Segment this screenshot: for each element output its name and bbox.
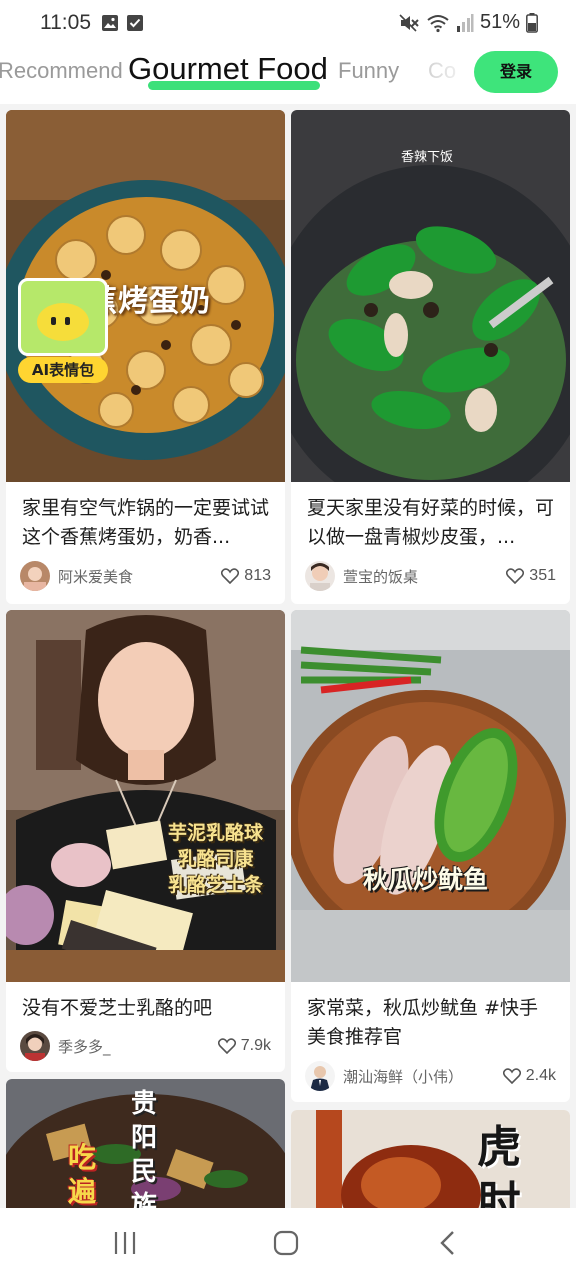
status-time: 11:05 [40,11,91,34]
tab-funny[interactable]: Funny [338,58,399,84]
heart-icon [502,1068,521,1084]
tabs-fade [416,46,476,104]
check-icon [127,15,143,31]
video-thumbnail[interactable] [291,1110,570,1220]
author-name[interactable]: 季多多_ [58,1036,218,1057]
status-bar: 11:05 51% [0,0,576,46]
video-thumbnail[interactable] [291,610,570,982]
heart-icon [217,1038,236,1054]
like-count: 351 [529,567,556,584]
thumbnail-caption: 秋瓜炒鱿鱼 [363,865,489,894]
home-button[interactable] [273,1230,299,1256]
feed-card-3[interactable]: 芋泥乳酪球 乳酪司康 乳酪芝士条 没有不爱芝士乳酪的吧 季多多_ 7.9k [6,610,285,1072]
wifi-icon [427,14,449,32]
like-count: 813 [244,567,271,584]
card-title: 夏天家里没有好菜的时候，可以做一盘青椒炒皮蛋，... [307,497,554,548]
thumbnail-caption: 芋泥乳酪球 乳酪司康 乳酪芝士条 [167,822,263,896]
system-nav-bar [0,1208,576,1280]
thumbnail-caption: 香辣下饭 [401,150,454,165]
video-thumbnail[interactable] [6,610,285,982]
author-name[interactable]: 潮汕海鲜（小伟） [343,1066,503,1087]
thumbnail-side-caption: 吃 遍 [68,1141,97,1208]
battery-percent: 51% [479,11,520,33]
feed-card-5[interactable]: 吃 遍 贵 阳 民 族 [6,1079,285,1219]
avatar[interactable] [20,561,50,591]
back-button[interactable] [438,1230,458,1256]
like-button[interactable]: 2.4k [502,1067,556,1085]
feed-card-4[interactable]: 秋瓜炒鱿鱼 家常菜，秋瓜炒鱿鱼 #快手美食推荐官 潮汕海鲜（小伟） 2.4k [291,610,570,1102]
feed-card-2[interactable]: 香辣下饭 夏天家里没有好菜的时候，可以做一盘青椒炒皮蛋，... 萱宝的饭桌 35… [291,110,570,604]
status-right: 51% [398,11,538,34]
like-button[interactable]: 351 [506,567,556,585]
card-title: 家里有空气炸锅的一定要试试这个香蕉烤蛋奶，奶香... [22,497,269,548]
mute-icon [399,13,419,32]
ai-badge: AI表情包 [18,357,108,383]
heart-icon [221,568,240,584]
avatar[interactable] [305,1061,335,1091]
tab-recommend[interactable]: Recommend [0,58,123,84]
tab-gourmet-food[interactable]: Gourmet Food [128,51,328,87]
card-meta: 阿米爱美食 813 [20,560,271,592]
recents-button[interactable] [113,1230,137,1256]
category-tabs: Recommend Gourmet Food Funny Co 登录 [0,46,576,104]
gallery-icon [102,15,118,31]
thumbnail-caption: 虎 肘 [477,1122,521,1220]
like-count: 2.4k [525,1067,556,1084]
card-meta: 潮汕海鲜（小伟） 2.4k [305,1060,556,1092]
battery-icon [526,12,538,33]
login-button[interactable]: 登录 [474,51,558,93]
video-thumbnail[interactable] [291,110,570,482]
feed-card-1[interactable]: 香蕉烤蛋奶 AI表情包 家里有空气炸锅的一定要试试这个香蕉烤蛋奶，奶香... 阿… [6,110,285,604]
card-title: 家常菜，秋瓜炒鱿鱼 #快手美食推荐官 [307,997,538,1048]
author-name[interactable]: 萱宝的饭桌 [343,566,506,587]
heart-icon [506,568,525,584]
ai-sticker-icon [18,278,108,356]
avatar[interactable] [305,561,335,591]
card-meta: 季多多_ 7.9k [20,1030,271,1062]
feed-card-6[interactable]: 虎 肘 [291,1110,570,1220]
signal-icon [456,13,474,32]
like-count: 7.9k [240,1037,271,1054]
like-button[interactable]: 813 [221,567,271,585]
avatar[interactable] [20,1031,50,1061]
like-button[interactable]: 7.9k [217,1037,271,1055]
card-title: 没有不爱芝士乳酪的吧 [22,997,213,1019]
card-meta: 萱宝的饭桌 351 [305,560,556,592]
thumbnail-caption: 贵 阳 民 族 [131,1089,158,1219]
author-name[interactable]: 阿米爱美食 [58,566,221,587]
